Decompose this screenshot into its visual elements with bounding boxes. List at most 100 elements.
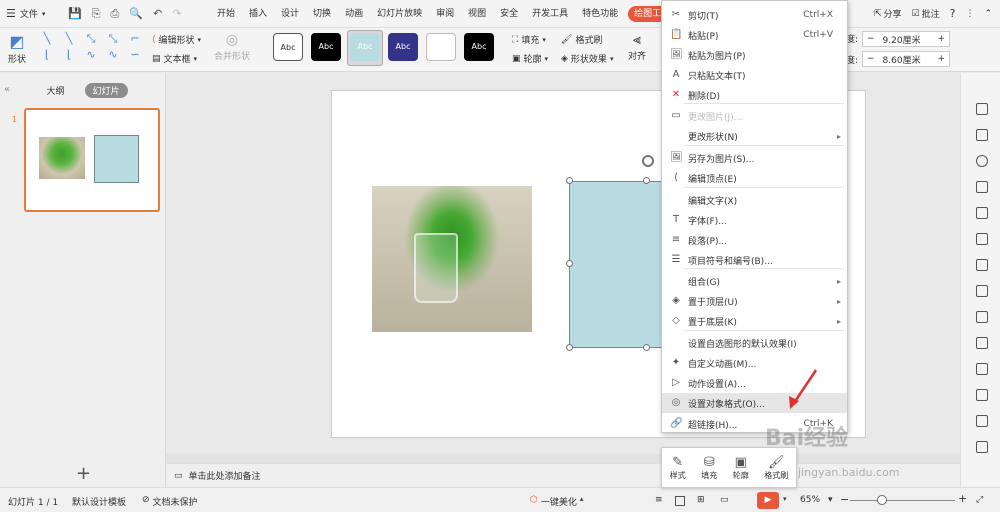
help-button[interactable]: ?: [950, 7, 956, 20]
line-style-icon[interactable]: ∿: [84, 48, 98, 62]
backup-icon[interactable]: [976, 389, 988, 401]
height-spinner[interactable]: − 9.20厘米 +: [862, 31, 950, 47]
fill-button[interactable]: ⛶ 填充 ▾: [512, 33, 546, 47]
line-style-icon[interactable]: ∿: [106, 48, 120, 62]
print-icon[interactable]: ⎙: [111, 7, 120, 21]
horizontal-scrollbar[interactable]: [166, 454, 960, 463]
comment-button[interactable]: ☑ 批注: [912, 7, 940, 21]
undo-icon[interactable]: ↶: [153, 7, 162, 21]
mini-style-button[interactable]: ✎ 样式: [670, 455, 686, 481]
animation-panel-icon[interactable]: [976, 311, 988, 323]
format-painter-icon[interactable]: ⎘: [92, 7, 101, 21]
layout-icon[interactable]: [976, 337, 988, 349]
context-menu-item[interactable]: A 只粘贴文本(T): [662, 65, 847, 85]
context-menu-item[interactable]: 编辑文字(X): [662, 190, 847, 210]
context-menu-item[interactable]: T 字体(F)...: [662, 210, 847, 230]
share-button[interactable]: ⇱ 分享: [874, 7, 902, 21]
line-style-icon[interactable]: ⌐: [128, 32, 142, 46]
chevron-down-icon[interactable]: ▾: [783, 495, 787, 503]
line-style-icon[interactable]: ⤡: [106, 32, 120, 46]
outline-button[interactable]: ▣ 轮廓 ▾: [512, 52, 548, 66]
tab-slides[interactable]: 幻灯片: [84, 83, 128, 98]
property-icon[interactable]: [976, 103, 988, 115]
context-menu-item[interactable]: ▷ 动作设置(A)...: [662, 373, 847, 393]
context-menu-item[interactable]: 设置自选图形的默认效果(I): [662, 333, 847, 353]
rotate-handle[interactable]: [642, 155, 654, 167]
line-style-icon[interactable]: ╲: [40, 32, 54, 46]
tab-slideshow[interactable]: 幻灯片放映: [370, 0, 429, 28]
tab-start[interactable]: 开始: [210, 0, 242, 28]
height-value[interactable]: 9.20厘米: [879, 33, 934, 46]
context-menu-item[interactable]: 更改形状(N) ▸: [662, 126, 847, 146]
context-menu-item[interactable]: ✕ 删除(D): [662, 85, 847, 105]
line-style-icon[interactable]: ⌊: [62, 48, 76, 62]
format-brush-button[interactable]: 🖌 格式刷: [561, 33, 602, 47]
cloud-icon[interactable]: [976, 363, 988, 375]
sorter-view-icon[interactable]: ⊞: [697, 495, 705, 505]
decrement-icon[interactable]: −: [863, 54, 879, 64]
tab-view[interactable]: 视图: [461, 0, 493, 28]
tab-design[interactable]: 设计: [274, 0, 306, 28]
copy-icon[interactable]: [976, 129, 988, 141]
context-menu-item[interactable]: ⟨ 编辑顶点(E): [662, 168, 847, 188]
context-menu-item[interactable]: 📋 粘贴(P) Ctrl+V: [662, 25, 847, 45]
shape-style-4[interactable]: Abc: [388, 33, 418, 61]
normal-view-icon[interactable]: [675, 496, 685, 506]
line-style-icon[interactable]: ⤡: [84, 32, 98, 46]
context-menu-item[interactable]: 🖼 另存为图片(S)...: [662, 148, 847, 168]
line-style-icon[interactable]: ∽: [128, 48, 142, 62]
context-menu-item[interactable]: ◎ 设置对象格式(O)...: [662, 393, 847, 413]
shape-button[interactable]: ◩ 形状: [8, 32, 26, 65]
zoom-out-icon[interactable]: −: [840, 493, 849, 506]
zoom-level[interactable]: 65%: [800, 495, 820, 505]
increment-icon[interactable]: +: [933, 34, 949, 44]
location-icon[interactable]: [976, 415, 988, 427]
save-icon[interactable]: 💾: [68, 7, 82, 21]
shape-style-2[interactable]: Abc: [311, 33, 341, 61]
resize-handle[interactable]: [566, 344, 573, 351]
chevron-down-icon[interactable]: ▾: [828, 495, 833, 505]
resize-handle[interactable]: [643, 177, 650, 184]
context-menu-item[interactable]: ✂ 剪切(T) Ctrl+X: [662, 5, 847, 25]
slide-thumbnail[interactable]: [24, 108, 160, 212]
mini-fill-button[interactable]: ⛁ 填充: [701, 455, 717, 481]
transition-icon[interactable]: [976, 207, 988, 219]
line-style-icon[interactable]: ⌊: [40, 48, 54, 62]
context-menu-item[interactable]: ◈ 置于顶层(U) ▸: [662, 291, 847, 311]
zoom-slider[interactable]: [850, 500, 955, 501]
tab-transition[interactable]: 切换: [306, 0, 338, 28]
zoom-slider-knob[interactable]: [877, 495, 887, 505]
reading-view-icon[interactable]: ▭: [720, 495, 729, 505]
merge-shape-button[interactable]: ◎ 合并形状: [214, 32, 250, 62]
increment-icon[interactable]: +: [933, 54, 949, 64]
protection-status[interactable]: ⊘ 文档未保护: [142, 495, 198, 508]
context-menu-item[interactable]: ≡ 段落(P)...: [662, 230, 847, 250]
tab-developer[interactable]: 开发工具: [525, 0, 575, 28]
mini-format-brush-button[interactable]: 🖌 格式刷: [764, 455, 788, 481]
decrement-icon[interactable]: −: [863, 34, 879, 44]
edit-shape-button[interactable]: ⟨ 编辑形状 ▾: [152, 33, 201, 47]
tab-features[interactable]: 特色功能: [575, 0, 625, 28]
collapse-ribbon-icon[interactable]: ⌃: [984, 9, 992, 19]
align-button[interactable]: ⫷ 对齐: [628, 32, 646, 62]
tab-outline[interactable]: 大纲: [38, 83, 72, 98]
width-value[interactable]: 8.60厘米: [879, 53, 934, 66]
file-menu-button[interactable]: ☰ 文件 ▾: [6, 7, 45, 20]
shape-style-6[interactable]: Abc: [464, 33, 494, 61]
beautify-button[interactable]: ⬡ 一键美化 ▴: [530, 495, 583, 508]
play-slideshow-button[interactable]: ▶: [757, 492, 779, 509]
grid-icon[interactable]: [976, 233, 988, 245]
notes-toggle-icon[interactable]: ≡: [655, 495, 663, 505]
add-slide-button[interactable]: +: [76, 463, 91, 484]
resize-handle[interactable]: [566, 260, 573, 267]
fit-window-icon[interactable]: ⤢: [976, 495, 983, 505]
line-style-icon[interactable]: ╲: [62, 32, 76, 46]
media-icon[interactable]: [976, 259, 988, 271]
context-menu-item[interactable]: 组合(G) ▸: [662, 271, 847, 291]
redo-icon[interactable]: ↷: [172, 7, 181, 21]
shape-panel-icon[interactable]: [976, 155, 988, 167]
context-menu-item[interactable]: ▭ 更改图片(J)...: [662, 106, 847, 126]
tab-insert[interactable]: 插入: [242, 0, 274, 28]
tab-review[interactable]: 审阅: [429, 0, 461, 28]
template-name[interactable]: 默认设计模板: [72, 495, 126, 508]
